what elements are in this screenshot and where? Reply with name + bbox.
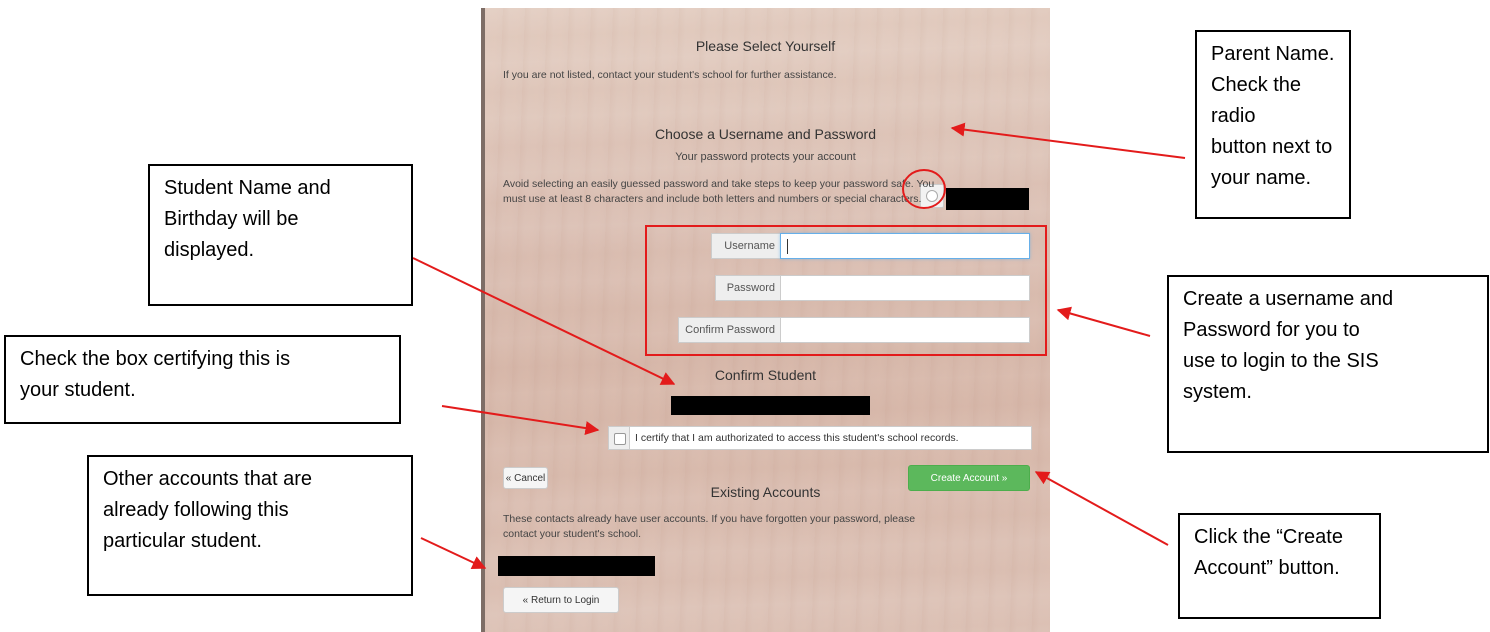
callout-parent-line-3: button next to xyxy=(1211,136,1333,158)
callout-student-line-1: Student Name and xyxy=(164,177,331,199)
callout-certify: Check the box certifying this is your st… xyxy=(4,335,401,424)
credentials-arrow xyxy=(1056,306,1151,337)
credentials-highlight-box xyxy=(645,225,1047,356)
callout-cred-line-4: system. xyxy=(1183,381,1252,403)
callout-student-line-2: Birthday will be xyxy=(164,208,299,230)
student-info-arrow xyxy=(412,257,676,385)
callout-create-line-1: Click the “Create xyxy=(1194,526,1343,548)
callout-other-line-1: Other accounts that are xyxy=(103,468,313,490)
callout-cred-line-1: Create a username and xyxy=(1183,288,1394,310)
existing-accounts-arrow xyxy=(420,537,487,569)
callout-certify-line-1: Check the box certifying this is xyxy=(20,348,291,370)
callout-certify-line-2: your student. xyxy=(20,379,136,401)
callout-other-line-3: particular student. xyxy=(103,530,262,552)
callout-create-line-2: Account” button. xyxy=(1194,557,1340,579)
callout-create-button: Click the “Create Account” button. xyxy=(1178,513,1381,619)
callout-parent-line-2: Check the radio xyxy=(1211,74,1302,127)
callout-other-line-2: already following this xyxy=(103,499,289,521)
parent-name-arrow xyxy=(950,122,1186,159)
radio-highlight-circle xyxy=(902,169,946,209)
certify-arrow xyxy=(441,405,600,436)
callout-cred-line-2: Password for you to xyxy=(1183,319,1360,341)
callout-credentials: Create a username and Password for you t… xyxy=(1167,275,1489,453)
callout-parent-name: Parent Name. Check the radio button next… xyxy=(1195,30,1351,219)
callout-cred-line-3: use to login to the SIS xyxy=(1183,350,1379,372)
callout-parent-line-4: your name. xyxy=(1211,167,1312,189)
callout-student-info: Student Name and Birthday will be displa… xyxy=(148,164,413,306)
create-account-arrow xyxy=(1034,471,1169,546)
callout-other-accounts: Other accounts that are already followin… xyxy=(87,455,413,596)
callout-parent-line-1: Parent Name. xyxy=(1211,43,1335,65)
callout-student-line-3: displayed. xyxy=(164,239,255,261)
